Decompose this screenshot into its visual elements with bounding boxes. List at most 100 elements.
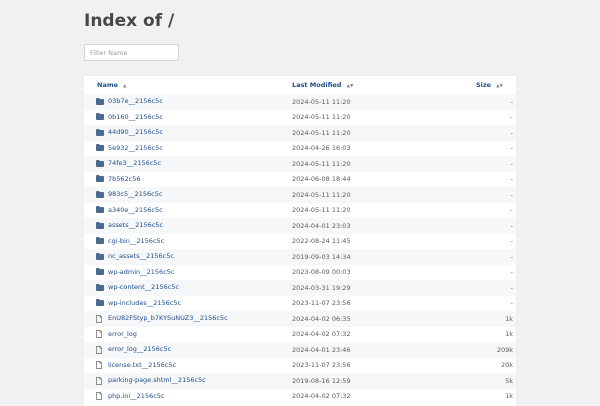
table-row: nc_assets__2156c5c 2019-09-03 14:34 - (84, 249, 516, 265)
folder-link[interactable]: wp-content__2156c5c (96, 283, 179, 291)
folder-link[interactable]: 74fe3__2156c5c (96, 159, 161, 167)
cell-name: wp-admin__2156c5c (84, 265, 292, 281)
file-icon (96, 376, 104, 385)
cell-name: error_log__2156c5c (84, 342, 292, 358)
cell-name: cgi-bin__2156c5c (84, 234, 292, 250)
file-icon (96, 314, 104, 323)
directory-listing-page: Index of / Name▲ Last Modified▲▼ Size▲▼ … (0, 0, 600, 406)
folder-link[interactable]: nc_assets__2156c5c (96, 252, 174, 260)
folder-link[interactable]: 03b7e__2156c5c (96, 97, 163, 105)
folder-icon (96, 299, 104, 306)
cell-size: - (510, 190, 513, 199)
folder-link[interactable]: 0b160__2156c5c (96, 113, 163, 121)
entry-name: 03b7e__2156c5c (108, 97, 163, 105)
entry-name: 44d90__2156c5c (108, 128, 163, 136)
cell-size: 209k (496, 345, 513, 354)
cell-last-modified: 2024-04-02 07:32 (292, 392, 351, 401)
cell-name: wp-includes__2156c5c (84, 296, 292, 312)
cell-last-modified: 2024-04-02 07:32 (292, 330, 351, 339)
cell-name: assets__2156c5c (84, 218, 292, 234)
entry-name: error_log__2156c5c (108, 345, 172, 353)
folder-icon (96, 206, 104, 213)
cell-size: 1k (505, 392, 513, 401)
entry-name: wp-content__2156c5c (108, 283, 179, 291)
entry-name: license.txt__2156c5c (108, 360, 177, 369)
cell-size: - (510, 206, 513, 215)
cell-last-modified: 2024-05-11 11:20 (292, 159, 351, 168)
file-icon (96, 392, 104, 400)
entry-name: cgi-bin__2156c5c (108, 236, 165, 245)
folder-icon (96, 113, 104, 120)
table-row: 44d90__2156c5c 2024-05-11 11:20 - (84, 125, 516, 141)
table-row: php.ini__2156c5c 2024-04-02 07:32 1k (84, 389, 516, 405)
file-icon (96, 330, 104, 338)
table-row: wp-includes__2156c5c 2023-11-07 23:56 - (84, 296, 516, 312)
cell-last-modified: 2023-11-07 23:56 (292, 361, 351, 370)
cell-size: - (510, 268, 513, 277)
cell-size: 1k (505, 314, 513, 323)
file-link[interactable]: EnU82FStyp_b7KYSuNUZ3__2156c5c (96, 314, 228, 323)
file-icon (96, 345, 104, 354)
folder-link[interactable]: 7b562c56 (96, 175, 141, 183)
cell-name: parking-page.shtml__2156c5c (84, 373, 292, 389)
folder-icon (96, 190, 104, 198)
table-row: EnU82FStyp_b7KYSuNUZ3__2156c5c 2024-04-02… (84, 311, 516, 327)
table-row: 983c5__2156c5c 2024-05-11 11:20 - (84, 187, 516, 203)
cell-name: wp-content__2156c5c (84, 280, 292, 296)
folder-link[interactable]: 983c5__2156c5c (96, 190, 162, 198)
cell-last-modified: 2019-09-03 14:34 (292, 252, 351, 261)
cell-last-modified: 2024-05-11 11:20 (292, 206, 351, 215)
entry-name: error_log (108, 329, 137, 338)
file-link[interactable]: error_log__2156c5c (96, 345, 172, 354)
table-row: a340e__2156c5c 2024-05-11 11:20 - (84, 203, 516, 219)
cell-last-modified: 2024-05-11 11:20 (292, 97, 351, 106)
folder-icon (96, 221, 104, 229)
sort-icon: ▲ (123, 84, 127, 89)
folder-link[interactable]: assets__2156c5c (96, 221, 163, 229)
file-link[interactable]: license.txt__2156c5c (96, 361, 176, 369)
cell-last-modified: 2024-04-01 23:03 (292, 221, 351, 230)
folder-link[interactable]: wp-includes__2156c5c (96, 299, 181, 307)
folder-link[interactable]: cgi-bin__2156c5c (96, 237, 164, 245)
filter-name-input[interactable] (84, 44, 179, 61)
cell-size: - (510, 299, 513, 308)
sort-icon: ▲▼ (496, 84, 503, 89)
cell-name: 74fe3__2156c5c (84, 156, 292, 172)
cell-size: - (510, 159, 513, 168)
file-icon (96, 361, 104, 369)
file-link[interactable]: error_log (96, 330, 137, 338)
folder-icon (96, 97, 104, 105)
cell-name: error_log (84, 327, 292, 343)
cell-size: - (510, 113, 513, 122)
table-row: 74fe3__2156c5c 2024-05-11 11:20 - (84, 156, 516, 172)
table-row: error_log 2024-04-02 07:32 1k (84, 327, 516, 343)
folder-link[interactable]: 5e932__2156c5c (96, 144, 163, 152)
column-header-size[interactable]: Size ▲▼ (442, 76, 516, 94)
table-row: parking-page.shtml__2156c5c 2019-08-16 12… (84, 373, 516, 389)
table-header-row: Name ▲ Last Modified ▲▼ Size ▲▼ (84, 76, 516, 94)
cell-name: license.txt__2156c5c (84, 358, 292, 374)
cell-last-modified: 2024-06-08 18:44 (292, 175, 351, 184)
cell-size: - (510, 283, 513, 292)
entry-name: a340e__2156c5c (108, 205, 163, 214)
cell-last-modified: 2023-11-07 23:56 (292, 299, 351, 308)
cell-size: - (510, 252, 513, 261)
cell-last-modified: 2019-08-16 12:59 (292, 376, 351, 385)
table-row: 5e932__2156c5c 2024-04-26 16:03 - (84, 141, 516, 157)
table-row: assets__2156c5c 2024-04-01 23:03 - (84, 218, 516, 234)
folder-link[interactable]: a340e__2156c5c (96, 206, 163, 214)
column-header-last-modified[interactable]: Last Modified ▲▼ (292, 76, 442, 94)
cell-name: 0b160__2156c5c (84, 110, 292, 126)
cell-size: 20k (500, 361, 513, 370)
table-row: error_log__2156c5c 2024-04-01 23:46 209k (84, 342, 516, 358)
folder-icon (96, 268, 104, 275)
file-link[interactable]: parking-page.shtml__2156c5c (96, 376, 206, 385)
folder-link[interactable]: 44d90__2156c5c (96, 128, 163, 136)
cell-size: - (510, 175, 513, 184)
column-header-name[interactable]: Name ▲ (84, 76, 292, 94)
folder-link[interactable]: wp-admin__2156c5c (96, 268, 174, 276)
file-link[interactable]: php.ini__2156c5c (96, 392, 165, 400)
cell-last-modified: 2024-03-31 19:29 (292, 283, 351, 292)
cell-size: - (510, 221, 513, 230)
table-row: cgi-bin__2156c5c 2022-08-24 11:45 - (84, 234, 516, 250)
